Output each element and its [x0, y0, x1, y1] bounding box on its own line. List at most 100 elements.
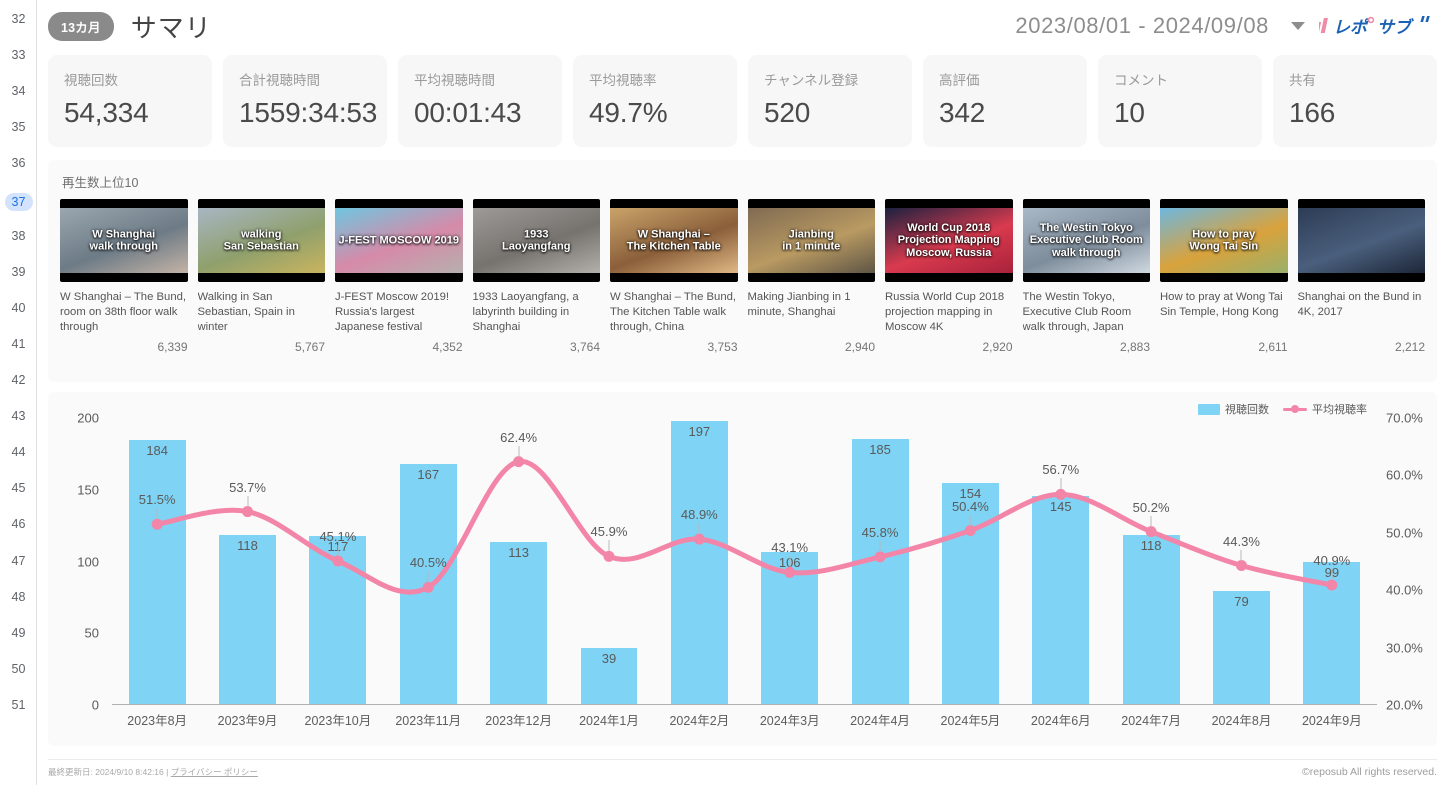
row-number-45[interactable]: 45 [0, 481, 37, 495]
row-number-43[interactable]: 43 [0, 409, 37, 423]
bar[interactable]: 197 [670, 421, 728, 704]
row-number-38[interactable]: 38 [0, 229, 37, 243]
bar[interactable]: 185 [851, 438, 909, 704]
thumbnail-overlay-text: W Shanghai – The Kitchen Table [626, 227, 721, 253]
bar[interactable]: 113 [490, 541, 548, 704]
video-view-count: 4,352 [432, 340, 463, 354]
x-axis-tick-label: 2024年8月 [1211, 714, 1272, 728]
x-axis-tick-label: 2023年8月 [127, 714, 188, 728]
video-thumbnail[interactable]: J-FEST MOSCOW 2019 [335, 199, 463, 282]
thumbnail-overlay-text: walking San Sebastian [223, 227, 299, 253]
privacy-policy-link[interactable]: プライバシー ポリシー [171, 767, 258, 777]
row-number-40[interactable]: 40 [0, 301, 37, 315]
kpi-card-1: 合計視聴時間 1559:34:53 [223, 55, 387, 147]
bar-value-label: 185 [869, 441, 891, 457]
video-thumbnail[interactable]: walking San Sebastian [197, 199, 325, 282]
video-title: Shanghai on the Bund in 4K, 2017 [1297, 291, 1422, 319]
row-number-35[interactable]: 35 [0, 120, 37, 134]
chevron-down-icon[interactable] [1291, 22, 1305, 30]
bar-value-label: 197 [688, 424, 711, 440]
row-number-36[interactable]: 36 [0, 156, 37, 170]
video-card-7[interactable]: The Westin Tokyo Executive Club Room walk … [1022, 199, 1150, 354]
row-number-label: 37 [4, 192, 33, 211]
video-thumbnail[interactable]: W Shanghai walk through [60, 199, 188, 282]
video-view-count: 2,940 [844, 340, 875, 354]
y-right-tick: 30.0% [1386, 640, 1423, 656]
point-label-stem [879, 540, 881, 552]
kpi-label: コメント [1114, 73, 1168, 88]
point-label-stem [337, 544, 339, 556]
line-value-label: 50.2% [1132, 499, 1170, 515]
video-card-5[interactable]: Jianbing in 1 minute Making Jianbing in 1 … [747, 199, 875, 354]
point-label-stem [608, 540, 610, 552]
video-thumbnail[interactable]: Jianbing in 1 minute [747, 199, 875, 282]
date-range-value[interactable]: 2023/08/01 - 2024/09/08 [1015, 13, 1269, 39]
video-card-2[interactable]: J-FEST MOSCOW 2019 J-FEST Moscow 2019! Ru… [335, 199, 463, 354]
bar[interactable]: 118 [1122, 534, 1180, 704]
row-number-34[interactable]: 34 [0, 84, 37, 98]
row-number-50[interactable]: 50 [0, 662, 37, 676]
row-number-48[interactable]: 48 [0, 590, 37, 604]
bar[interactable]: 106 [761, 551, 819, 704]
kpi-value: 49.7% [589, 97, 668, 128]
point-label-stem [1150, 515, 1152, 527]
thumbnail-overlay-text: 1933 Laoyangfang [502, 227, 571, 253]
thumbnail-overlay-text: How to pray Wong Tai Sin [1189, 227, 1259, 253]
video-card-9[interactable]: Shanghai on the Bund in 4K, 2017 2,212 [1297, 199, 1425, 354]
y-left-tick: 150 [77, 482, 99, 498]
y-axis-left: 0 50 100 150 200 [50, 411, 108, 713]
video-title: How to pray at Wong Tai Sin Temple, Hong… [1160, 291, 1283, 319]
video-thumbnail[interactable]: How to pray Wong Tai Sin [1160, 199, 1288, 282]
video-card-1[interactable]: walking San Sebastian Walking in San Sebas… [197, 199, 325, 354]
video-card-3[interactable]: 1933 Laoyangfang 1933 Laoyangfang, a labyr… [472, 199, 600, 354]
bar-series: 184 118 117 167 113 39 197 106 185 154 145 118 79 99 [112, 418, 1377, 705]
video-view-count: 3,764 [569, 340, 600, 354]
kpi-label: チャンネル登録 [764, 73, 859, 88]
video-thumbnail[interactable] [1297, 199, 1425, 282]
thumbnail-image: W Shanghai walk through [60, 208, 188, 273]
bar[interactable]: 118 [219, 534, 276, 704]
bar[interactable]: 99 [1303, 561, 1361, 704]
row-number-46[interactable]: 46 [0, 517, 37, 531]
bar-slot: 197 [654, 418, 744, 704]
video-thumbnail[interactable]: 1933 Laoyangfang [472, 199, 600, 282]
kpi-label: 共有 [1289, 73, 1316, 88]
bar[interactable]: 184 [128, 439, 186, 704]
row-number-33[interactable]: 33 [0, 48, 37, 62]
video-card-6[interactable]: World Cup 2018 Projection Mapping Moscow, … [885, 199, 1013, 354]
bar[interactable]: 167 [399, 464, 457, 704]
row-number-39[interactable]: 39 [0, 265, 37, 279]
kpi-card-3: 平均視聴率 49.7% [573, 55, 737, 147]
x-axis-tick-label: 2023年9月 [217, 714, 278, 728]
period-badge[interactable]: 13カ月 [48, 11, 114, 41]
row-number-47[interactable]: 47 [0, 554, 37, 568]
video-card-8[interactable]: How to pray Wong Tai Sin How to pray at Wo… [1160, 199, 1288, 354]
row-number-41[interactable]: 41 [0, 337, 37, 351]
thumbnail-overlay-text: The Westin Tokyo Executive Club Room walk … [1029, 221, 1143, 259]
bar[interactable]: 39 [580, 648, 638, 704]
legend-item-rate[interactable]: 平均視聴率 [1283, 401, 1367, 417]
bar[interactable]: 117 [309, 536, 367, 704]
bar[interactable]: 145 [1032, 495, 1090, 704]
thumbnail-overlay-text: World Cup 2018 Projection Mapping Moscow, … [897, 221, 1000, 259]
row-number-49[interactable]: 49 [0, 626, 37, 640]
reposub-logo: レポ サブ [1319, 13, 1437, 39]
video-card-0[interactable]: W Shanghai walk through W Shanghai – The B… [60, 199, 188, 354]
bar-value-label: 145 [1049, 498, 1072, 514]
top-videos-panel: 再生数上位10 W Shanghai walk through W Shanghai… [48, 160, 1437, 382]
video-card-4[interactable]: W Shanghai – The Kitchen Table W Shanghai … [610, 199, 738, 354]
video-thumbnail[interactable]: The Westin Tokyo Executive Club Room walk … [1022, 199, 1150, 282]
row-number-32[interactable]: 32 [0, 12, 37, 26]
video-thumbnail[interactable]: World Cup 2018 Projection Mapping Moscow, … [885, 199, 1013, 282]
report-page: 32 33 34 35 36 37 38 39 40 41 42 43 44 45 46 47 48 49 50 51… [0, 0, 1445, 785]
row-number-37[interactable]: 37 [0, 192, 37, 211]
y-left-tick: 100 [77, 554, 99, 569]
video-thumbnail[interactable]: W Shanghai – The Kitchen Table [610, 199, 738, 282]
row-number-51[interactable]: 51 [0, 698, 37, 712]
row-number-42[interactable]: 42 [0, 373, 37, 387]
video-view-count: 3,753 [707, 340, 738, 354]
legend-item-views[interactable]: 視聴回数 [1198, 401, 1269, 417]
bar-value-label: 167 [417, 467, 440, 483]
bar[interactable]: 79 [1213, 590, 1270, 704]
row-number-44[interactable]: 44 [0, 445, 37, 459]
